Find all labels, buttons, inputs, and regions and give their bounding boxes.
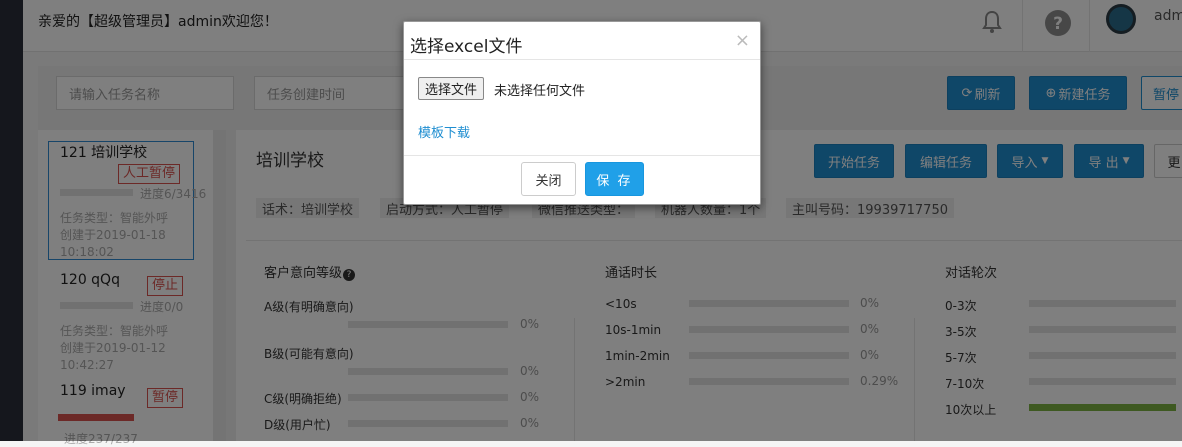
select-excel-modal: 选择excel文件 × 选择文件 未选择任何文件 模板下载 关闭 保 存 <box>403 21 761 205</box>
modal-divider <box>404 155 760 156</box>
modal-title: 选择excel文件 <box>410 37 523 57</box>
template-download-link[interactable]: 模板下载 <box>418 122 470 141</box>
no-file-text: 未选择任何文件 <box>494 84 586 99</box>
save-button[interactable]: 保 存 <box>585 162 644 196</box>
close-button[interactable]: 关闭 <box>521 162 576 196</box>
modal-divider <box>404 59 760 60</box>
choose-file-button[interactable]: 选择文件 <box>418 77 485 100</box>
close-icon[interactable]: × <box>735 30 750 51</box>
